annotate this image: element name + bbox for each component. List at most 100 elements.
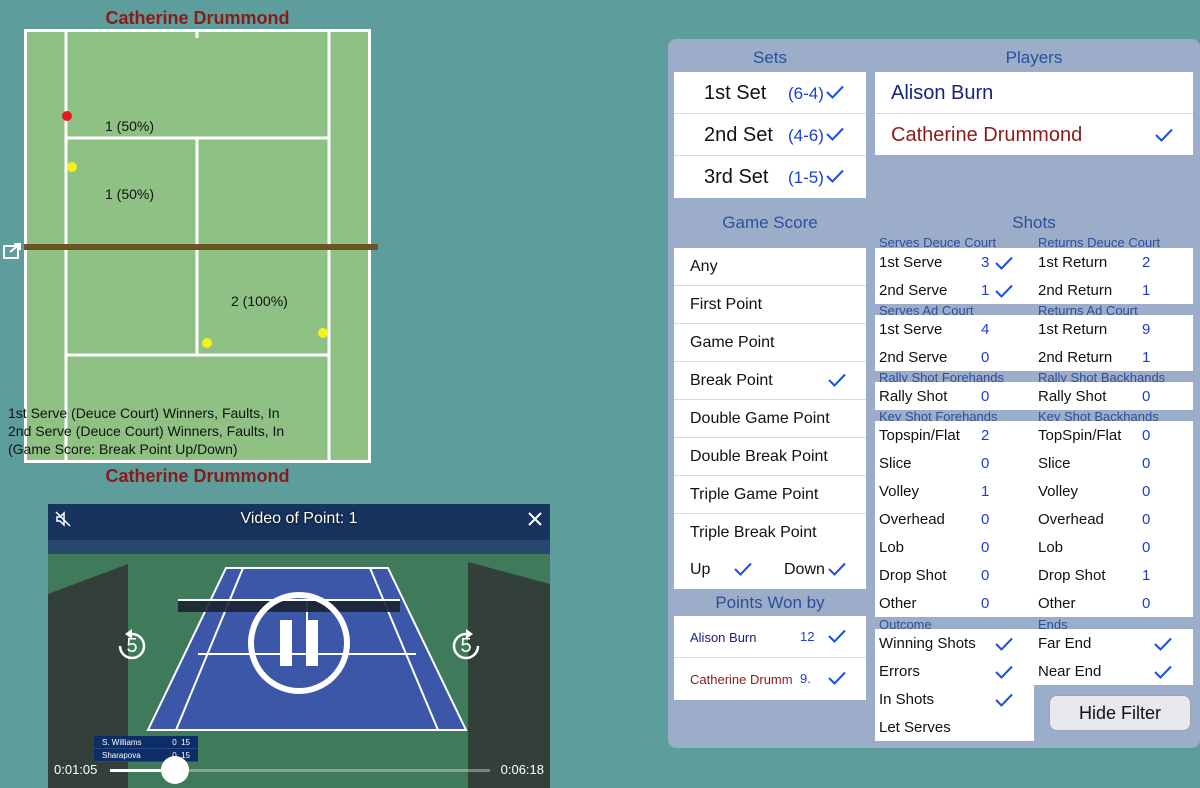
video-scrubber[interactable] [110, 756, 490, 784]
shot-row[interactable]: Rally Shot 0 [875, 382, 1034, 410]
shot-table: 1st Serve 3 2nd Serve 1 [875, 248, 1034, 304]
shot-row[interactable]: 2nd Return 1 [1034, 276, 1193, 304]
player-row[interactable]: Catherine Drummond [875, 114, 1193, 156]
shot-row[interactable]: Drop Shot 0 [875, 561, 1034, 589]
shot-row[interactable]: 1st Return 2 [1034, 248, 1193, 276]
shot-label: Topspin/Flat [879, 427, 960, 444]
forward-button[interactable]: 5 [446, 626, 486, 666]
game-score-row[interactable]: Any [674, 248, 866, 286]
shot-row[interactable]: Near End [1034, 657, 1193, 685]
shot-row[interactable]: Far End [1034, 629, 1193, 657]
shot-row[interactable]: Volley 1 [875, 477, 1034, 505]
set-label: 2nd Set [704, 124, 773, 146]
game-score-row[interactable]: Double Game Point [674, 400, 866, 438]
shot-table: 1st Serve 4 2nd Serve 0 [875, 315, 1034, 371]
shot-count: 0 [981, 455, 990, 472]
shot-label: 2nd Return [1038, 282, 1113, 299]
shot-label: 1st Return [1038, 254, 1108, 271]
game-score-row[interactable]: Triple Game Point [674, 476, 866, 514]
shot-label: Far End [1038, 635, 1092, 652]
ends-table: Far End Near End [1034, 629, 1193, 685]
shot-row[interactable]: 1st Serve 3 [875, 248, 1034, 276]
set-score: (1-5) [788, 168, 824, 187]
video-title: Video of Point: 1 [240, 510, 358, 527]
shot-label: Overhead [1038, 511, 1104, 528]
shot-row[interactable]: 2nd Serve 0 [875, 343, 1034, 371]
share-icon[interactable] [2, 238, 26, 262]
shot-count: 0 [981, 388, 990, 405]
shot-row[interactable]: Errors [875, 657, 1034, 685]
shot-row[interactable]: Topspin/Flat 2 [875, 421, 1034, 449]
shot-count: 1 [1142, 567, 1151, 584]
game-score-row[interactable]: Triple Break Point [674, 514, 866, 552]
shot-row[interactable]: Lob 0 [1034, 533, 1193, 561]
down-label[interactable]: Down [784, 561, 825, 579]
shot-row[interactable]: 1st Serve 4 [875, 315, 1034, 343]
check-icon [826, 127, 844, 141]
shot-count: 0 [981, 539, 990, 556]
shot-label: Winning Shots [879, 635, 976, 652]
in-ball-marker [202, 338, 212, 348]
shot-row[interactable]: Lob 0 [875, 533, 1034, 561]
scoreboard-row: S. Williams 0 15 [94, 736, 198, 749]
shot-count: 0 [981, 511, 990, 528]
check-icon [828, 671, 846, 685]
player-row[interactable]: Alison Burn [875, 72, 1193, 114]
shot-row[interactable]: Overhead 0 [875, 505, 1034, 533]
up-label[interactable]: Up [690, 561, 710, 579]
check-icon [826, 85, 844, 99]
points-won-row[interactable]: Catherine Drumm 9. [674, 658, 866, 700]
close-icon[interactable] [526, 510, 544, 528]
shot-row[interactable]: 2nd Serve 1 [875, 276, 1034, 304]
game-score-row[interactable]: Double Break Point [674, 438, 866, 476]
game-score-row[interactable]: First Point [674, 286, 866, 324]
shot-row[interactable]: Slice 0 [1034, 449, 1193, 477]
rewind-button[interactable]: 5 [112, 626, 152, 666]
game-score-header: Game Score [722, 213, 818, 232]
shot-row[interactable]: Overhead 0 [1034, 505, 1193, 533]
shot-row[interactable]: TopSpin/Flat 0 [1034, 421, 1193, 449]
sets-list: 1st Set (6-4) 2nd Set (4-6) 3rd Set (1-5) [674, 72, 866, 198]
players-list: Alison Burn Catherine Drummond [875, 72, 1193, 155]
shot-row[interactable]: Other 0 [875, 589, 1034, 617]
player-name: Alison Burn [891, 82, 994, 104]
pause-icon[interactable] [246, 590, 352, 696]
shot-label: Volley [1038, 483, 1079, 500]
set-row[interactable]: 3rd Set (1-5) [674, 156, 866, 198]
check-icon [995, 693, 1013, 707]
shot-row[interactable]: Let Serves [875, 713, 1034, 741]
shot-row[interactable]: 1st Return 9 [1034, 315, 1193, 343]
shot-count: 2 [981, 427, 990, 444]
court-bottom-player: Catherine Drummond [105, 466, 290, 486]
shot-row[interactable]: 2nd Return 1 [1034, 343, 1193, 371]
set-label: 1st Set [704, 82, 767, 104]
check-icon [995, 284, 1013, 298]
shot-label: TopSpin/Flat [1038, 427, 1122, 444]
shot-row[interactable]: Drop Shot 1 [1034, 561, 1193, 589]
shot-table: 1st Return 9 2nd Return 1 [1034, 315, 1193, 371]
shot-row[interactable]: Other 0 [1034, 589, 1193, 617]
shot-label: Let Serves [879, 719, 951, 736]
set-row[interactable]: 2nd Set (4-6) [674, 114, 866, 156]
points-won-header: Points Won by [715, 593, 825, 612]
game-score-row[interactable]: Break Point [674, 362, 866, 400]
shot-row[interactable]: In Shots [875, 685, 1034, 713]
forward-seconds: 5 [460, 635, 472, 657]
shot-table: Rally Shot 0 [1034, 382, 1193, 410]
hide-filter-button[interactable]: Hide Filter [1049, 695, 1191, 731]
video-player[interactable]: Video of Point: 1 5 5 S. Williams 0 15 Sh… [48, 504, 550, 788]
player-name: Catherine Drummond [891, 124, 1083, 146]
shot-row[interactable]: Rally Shot 0 [1034, 382, 1193, 410]
shot-count: 0 [1142, 483, 1151, 500]
set-row[interactable]: 1st Set (6-4) [674, 72, 866, 114]
game-score-row[interactable]: Game Point [674, 324, 866, 362]
shot-row[interactable]: Slice 0 [875, 449, 1034, 477]
points-won-row[interactable]: Alison Burn 12 [674, 616, 866, 658]
shot-label: 1st Return [1038, 321, 1108, 338]
game-score-label: Double Break Point [690, 448, 828, 465]
shot-label: Rally Shot [879, 388, 948, 405]
shot-row[interactable]: Winning Shots [875, 629, 1034, 657]
shot-row[interactable]: Volley 0 [1034, 477, 1193, 505]
sets-header: Sets [752, 48, 788, 67]
shot-count: 9 [1142, 321, 1151, 338]
